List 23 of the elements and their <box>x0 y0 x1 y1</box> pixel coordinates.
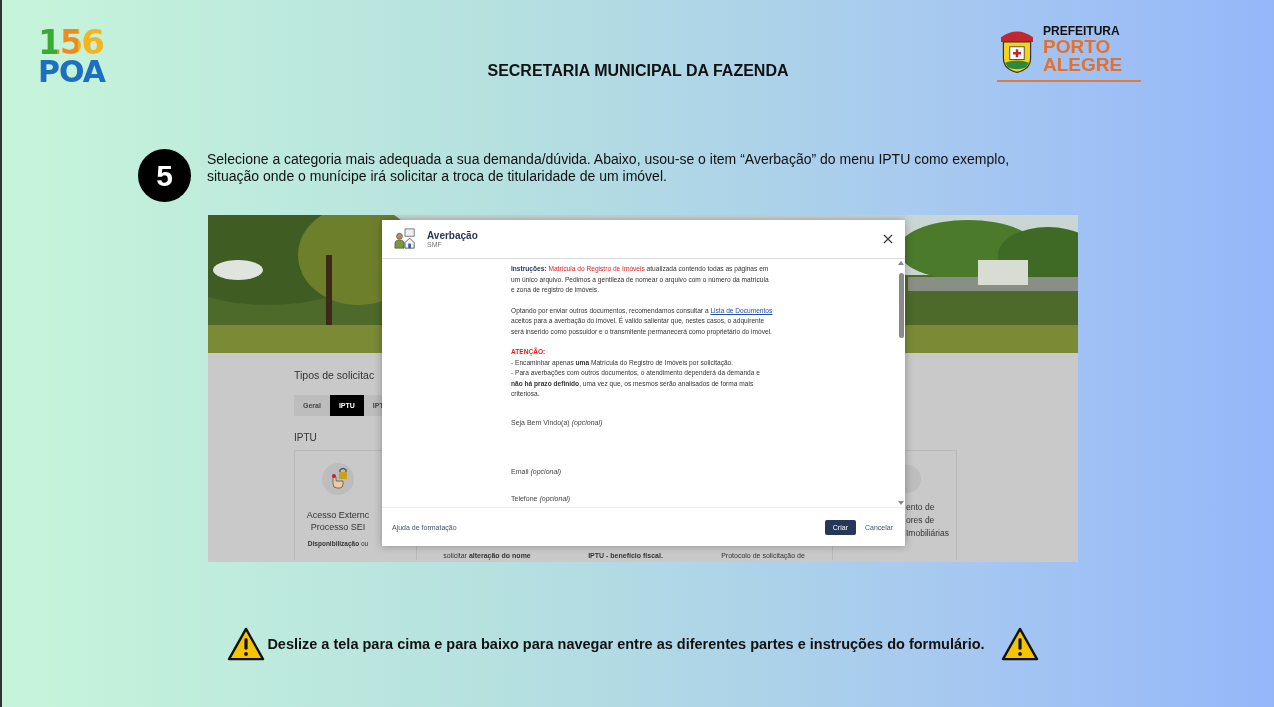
warning-icon <box>227 627 266 661</box>
card-title: Imobiliárias <box>906 527 950 540</box>
org-name: PREFEITURA <box>1043 26 1121 38</box>
card-title: Processo SEI <box>310 521 366 533</box>
close-icon[interactable] <box>883 234 893 244</box>
card-title: ento de <box>906 501 936 514</box>
warning-text: Deslize a tela para cima e para baixo para navegar entre as diferentes partes e instruções do formulário. <box>267 636 985 652</box>
hand-lock-icon <box>322 463 354 495</box>
scroll-down-icon[interactable] <box>898 501 904 505</box>
warning-icon <box>1000 627 1039 661</box>
org-name: ALEGRE <box>1043 55 1123 74</box>
step-number: 5 <box>138 149 191 202</box>
category-title: IPTU <box>294 432 317 445</box>
logo-city: POA <box>38 58 105 87</box>
card-title: Acesso Externc <box>306 509 370 521</box>
scroll-up-icon[interactable] <box>898 261 904 265</box>
person-house-icon <box>394 228 416 250</box>
section-title: Tipos de solicitac <box>294 368 375 383</box>
card-title: ores de <box>906 514 936 527</box>
org-name: PORTO <box>1043 37 1112 56</box>
scrollbar[interactable] <box>897 259 905 507</box>
dialog-title: Averbação <box>427 230 479 241</box>
step-instruction: Selecione a categoria mais adequada a sua demanda/dúvida. Abaixo, usou-se o item “Averbação” do menu IPTU como exemplo, situação onde o munícipe irá solicitar a troca de titularidade de um imóvel. <box>207 151 1011 185</box>
